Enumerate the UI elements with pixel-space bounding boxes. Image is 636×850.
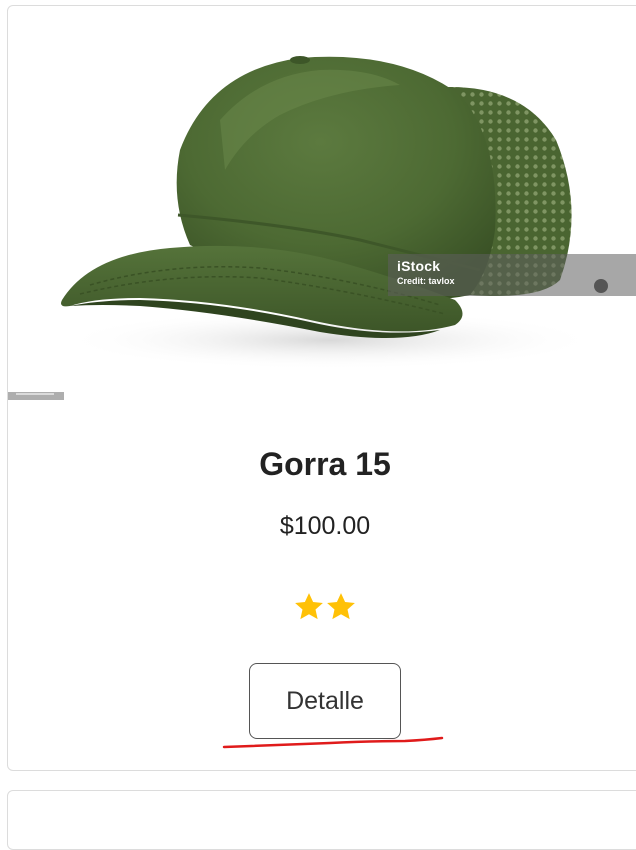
istock-watermark: iStock Credit: tavlox: [388, 254, 636, 296]
product-title: Gorra 15: [259, 446, 391, 482]
watermark-credit: Credit: tavlox: [397, 276, 455, 286]
watermark-dot-icon: [594, 279, 608, 293]
product-price: $100.00: [279, 512, 371, 540]
red-underline-annotation: [222, 736, 444, 749]
next-product-card: [7, 790, 636, 850]
product-image: [0, 0, 636, 410]
watermark-brand: iStock: [397, 258, 441, 274]
star-icon: [295, 593, 323, 620]
detail-button[interactable]: Detalle: [249, 663, 401, 739]
star-icon: [327, 593, 355, 620]
image-id-strip: [8, 392, 64, 400]
rating-stars: [0, 590, 636, 624]
